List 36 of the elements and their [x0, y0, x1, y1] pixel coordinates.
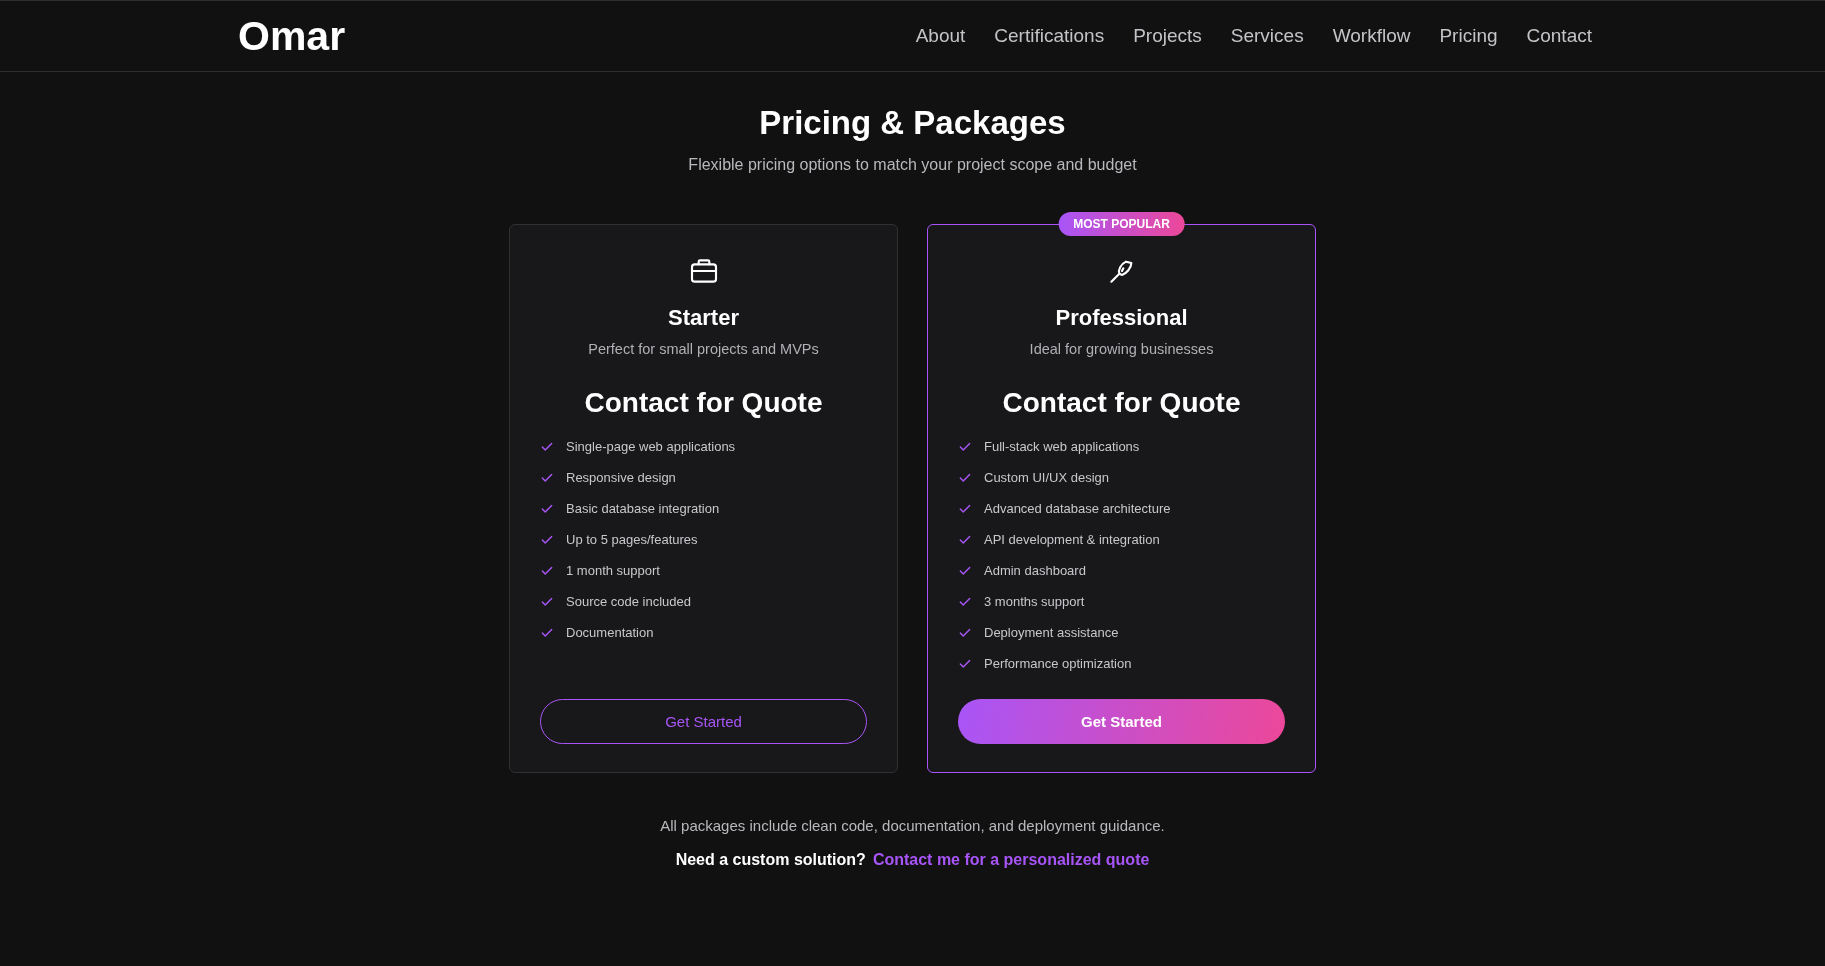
nav-link[interactable]: Contact	[1526, 25, 1592, 47]
nav-link[interactable]: Certifications	[994, 25, 1105, 47]
plan-price: Contact for Quote	[584, 387, 823, 419]
feature-text: Custom UI/UX design	[984, 470, 1109, 485]
feature-text: Source code included	[566, 594, 692, 609]
feature-text: Admin dashboard	[984, 563, 1086, 578]
plan-name: Starter	[668, 305, 739, 331]
section-title: Pricing & Packages	[759, 104, 1066, 142]
feature-text: Deployment assistance	[984, 625, 1119, 640]
get-started-button[interactable]: Get Started	[958, 699, 1285, 744]
popular-badge: MOST POPULAR	[1058, 212, 1185, 236]
plan-description: Perfect for small projects and MVPs	[588, 341, 819, 357]
feature-text: Single-page web applications	[566, 439, 736, 454]
plan-description: Ideal for growing businesses	[1029, 341, 1214, 357]
plan-price: Contact for Quote	[1002, 387, 1241, 419]
feature-text: Documentation	[566, 625, 654, 640]
nav-link[interactable]: Pricing	[1439, 25, 1498, 47]
nav-link[interactable]: Projects	[1133, 25, 1202, 47]
quote-link[interactable]: Contact me for a personalized quote	[872, 851, 1150, 869]
feature-text: API development & integration	[984, 532, 1160, 547]
packages-note: All packages include clean code, documentation, and deployment guidance.	[660, 817, 1165, 834]
nav-link[interactable]: Services	[1230, 25, 1304, 47]
feature-text: 1 month support	[566, 563, 660, 578]
plan-name: Professional	[1055, 305, 1188, 331]
logo[interactable]: Omar	[238, 12, 346, 60]
nav-link[interactable]: About	[915, 25, 966, 47]
feature-text: 3 months support	[984, 594, 1085, 609]
feature-text: Basic database integration	[566, 501, 720, 516]
feature-text: Full-stack web applications	[984, 439, 1140, 454]
feature-text: Responsive design	[566, 470, 676, 485]
feature-text: Performance optimization	[984, 656, 1132, 671]
nav-link[interactable]: Workflow	[1332, 25, 1411, 47]
custom-question: Need a custom solution?	[675, 851, 866, 869]
feature-text: Advanced database architecture	[984, 501, 1171, 516]
feature-text: Up to 5 pages/features	[566, 532, 698, 547]
section-subtitle: Flexible pricing options to match your project scope and budget	[688, 156, 1137, 174]
